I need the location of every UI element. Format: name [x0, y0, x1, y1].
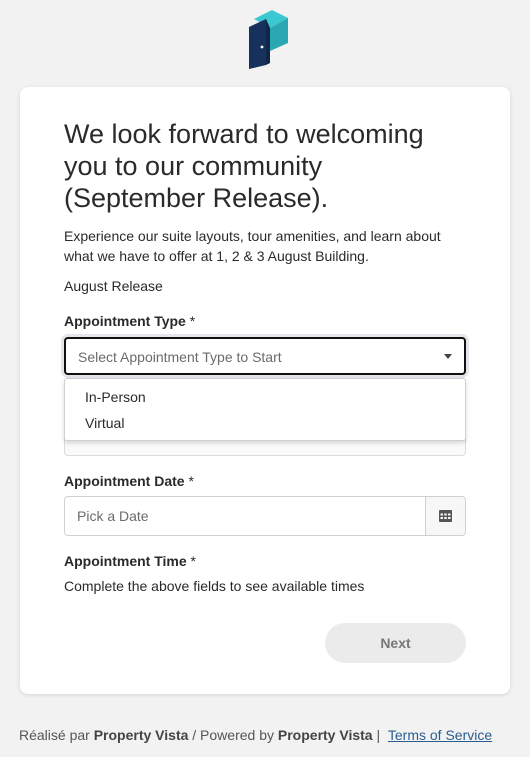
appointment-time-label-text: Appointment Time: [64, 553, 187, 569]
option-virtual[interactable]: Virtual: [85, 415, 124, 431]
community-description: Experience our suite layouts, tour ameni…: [64, 228, 441, 264]
appointment-date-label-text: Appointment Date: [64, 473, 185, 489]
booking-card: We look forward to welcoming you to our …: [20, 87, 510, 694]
terms-of-service-link[interactable]: Terms of Service: [388, 727, 492, 743]
appointment-type-label-text: Appointment Type: [64, 313, 186, 329]
option-in-person[interactable]: In-Person: [85, 389, 146, 405]
footer-powered-by: / Powered by: [192, 727, 274, 743]
appointment-type-label: Appointment Type *: [64, 313, 195, 329]
property-vista-logo: [246, 7, 288, 69]
calendar-button[interactable]: [425, 497, 465, 535]
appointment-date-field[interactable]: Pick a Date: [64, 496, 466, 536]
footer-separator: |: [376, 727, 381, 743]
appointment-time-label: Appointment Time *: [64, 553, 196, 569]
appointment-date-placeholder: Pick a Date: [77, 508, 149, 524]
door-cube-logo-icon: [249, 10, 288, 69]
required-mark: *: [190, 553, 196, 569]
appointment-type-dropdown: In-Person Virtual: [64, 378, 466, 441]
required-mark: *: [189, 313, 196, 329]
page-title: We look forward to welcoming you to our …: [64, 119, 424, 213]
footer-brand-1: Property Vista: [93, 727, 189, 743]
release-name: August Release: [64, 278, 163, 294]
appointment-type-placeholder: Select Appointment Type to Start: [78, 349, 282, 365]
footer: Réalisé par Property Vista / Powered by …: [19, 727, 492, 743]
chevron-down-icon: [444, 354, 452, 359]
appointment-time-helper: Complete the above fields to see availab…: [64, 578, 365, 594]
appointment-type-select[interactable]: Select Appointment Type to Start: [64, 337, 466, 375]
footer-realise-par: Réalisé par: [19, 727, 90, 743]
required-mark: *: [188, 473, 194, 489]
footer-brand-2: Property Vista: [277, 727, 373, 743]
calendar-icon: [439, 510, 452, 522]
appointment-date-label: Appointment Date *: [64, 473, 194, 489]
next-button[interactable]: Next: [325, 623, 466, 663]
